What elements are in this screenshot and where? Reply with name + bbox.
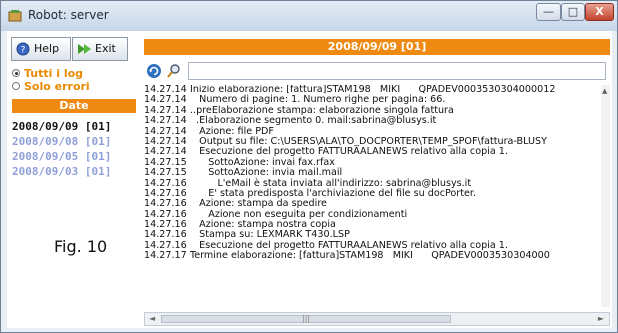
log-view[interactable]: 14.27.14 Inizio elaborazione: [fattura]ST…: [144, 85, 604, 307]
log-text: L'eMail è stata inviata all'indirizzo: s…: [190, 177, 472, 189]
log-text: Azione: file PDF: [190, 125, 274, 137]
help-icon: ?: [16, 42, 30, 56]
left-panel: ? Help Exit Tutti i log Solo errori Date…: [7, 31, 138, 328]
log-text: Termine elaborazione: [fattura]STAM198 M…: [190, 250, 550, 262]
date-item[interactable]: 2008/09/03 [01]: [12, 164, 136, 179]
radio-all-logs[interactable]: [12, 69, 20, 77]
window-title: Robot: server: [28, 8, 109, 22]
refresh-icon[interactable]: [146, 63, 162, 83]
robot-window: Robot: server — □ X ? Help Exit Tutti i …: [0, 0, 618, 333]
exit-icon: [78, 44, 91, 54]
horizontal-scrollbar[interactable]: ◄ ||| ►: [144, 312, 610, 326]
search-icon[interactable]: [166, 63, 182, 83]
title-bar[interactable]: Robot: server — □ X: [1, 1, 617, 31]
figure-label: Fig. 10: [54, 237, 108, 256]
scroll-right-icon[interactable]: ►: [598, 314, 604, 323]
log-time: 14.27.15: [144, 167, 187, 179]
scroll-up-icon[interactable]: ▲: [602, 87, 607, 95]
svg-text:?: ?: [21, 46, 26, 56]
date-list-header: Date: [12, 99, 136, 113]
log-text: SottoAzione: invia mail.mail: [190, 167, 343, 179]
help-label: Help: [34, 42, 60, 55]
date-item[interactable]: 2008/09/08 [01]: [12, 134, 136, 149]
close-button[interactable]: X: [585, 3, 614, 21]
search-input[interactable]: [188, 62, 606, 80]
log-text: Stampa su: LEXMARK T430.LSP: [190, 229, 350, 241]
scrollbar-thumb[interactable]: |||: [161, 314, 451, 323]
log-text: SottoAzione: invai fax.rfax: [190, 156, 335, 168]
date-item[interactable]: 2008/09/09 [01]: [12, 119, 136, 134]
help-button[interactable]: ? Help: [11, 37, 71, 61]
vertical-scrollbar[interactable]: ▲: [601, 85, 610, 307]
filter-errors-label: Solo errori: [24, 80, 90, 93]
log-text: .Elaborazione segmento 0. mail:sabrina@b…: [190, 115, 437, 127]
radio-errors-only[interactable]: [12, 82, 20, 90]
exit-label: Exit: [95, 42, 116, 55]
log-text: Azione non eseguita per condizionamenti: [190, 208, 408, 220]
log-panel-header: 2008/09/09 [01]: [144, 39, 610, 55]
log-toolbar: [144, 61, 610, 83]
log-text: Esecuzione del progetto FATTURAALANEWS r…: [190, 239, 508, 251]
log-line: 14.27.17 Termine elaborazione: [fattura]S…: [144, 250, 604, 262]
log-text: E' stata predisposta l'archiviazione del…: [190, 187, 477, 199]
filter-all-logs[interactable]: Tutti i log: [12, 67, 136, 80]
maximize-button[interactable]: □: [561, 3, 585, 21]
log-filter: Tutti i log Solo errori: [12, 67, 136, 93]
log-text: Azione: stampa nostra copia: [190, 219, 336, 231]
log-time: 14.27.17: [144, 250, 187, 262]
minimize-button[interactable]: —: [536, 3, 561, 21]
filter-errors-only[interactable]: Solo errori: [12, 80, 136, 93]
log-panel: 2008/09/09 [01] 14.27.14 Inizio elaboraz…: [138, 31, 612, 328]
log-text: Numero di pagine: 1. Numero righe per pa…: [190, 94, 446, 106]
log-text: Azione: stampa da spedire: [190, 198, 327, 210]
date-list: 2008/09/09 [01] 2008/09/08 [01] 2008/09/…: [12, 119, 136, 179]
client-area: ? Help Exit Tutti i log Solo errori Date…: [7, 31, 612, 328]
date-item[interactable]: 2008/09/05 [01]: [12, 149, 136, 164]
filter-all-label: Tutti i log: [24, 67, 84, 80]
exit-button[interactable]: Exit: [72, 37, 128, 61]
app-icon: [8, 8, 22, 22]
log-text: Output su file: C:\USERS\ALA\TO_DOCPORTE…: [190, 135, 547, 147]
log-text: Esecuzione del progetto FATTURAALANEWS r…: [190, 146, 508, 158]
scroll-left-icon[interactable]: ◄: [149, 314, 155, 323]
log-text: ..preElaborazione stampa: elaborazione s…: [190, 104, 454, 116]
grip-icon: |||: [302, 314, 311, 323]
